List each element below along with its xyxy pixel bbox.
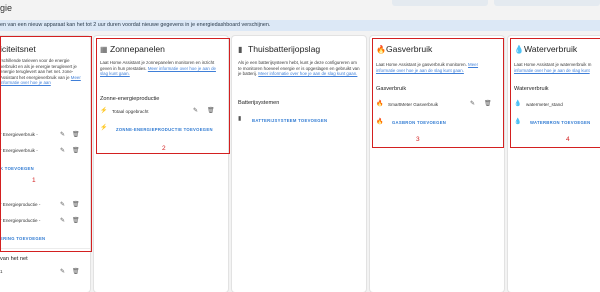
toolbar-field-b[interactable] [494, 0, 600, 6]
battery-card: ▮ Thuisbatterijopslag Als je een batterij… [232, 36, 366, 292]
battery-card-title: Thuisbatterijopslag [248, 44, 321, 54]
battery-description: Als je een batterijsysteem hebt, kunt je… [238, 60, 360, 77]
highlight-box-1 [0, 36, 92, 252]
grid-bottom-label: van het net [0, 256, 28, 262]
edit-icon[interactable]: ✎ [60, 268, 65, 275]
battery-add-icon: ▮ [238, 116, 242, 122]
battery-info-link[interactable]: Meer informatie over hoe je aan de slag … [258, 71, 357, 76]
highlight-box-2 [96, 38, 230, 154]
highlight-box-4 [510, 38, 600, 148]
grid-bottom-row: 1 [0, 269, 3, 274]
info-banner: en van een nieuw apparaat kan het tot 2 … [0, 20, 600, 31]
highlight-box-3 [372, 38, 504, 148]
battery-section-title: Batterijsystemen [238, 100, 280, 106]
delete-icon[interactable]: 🗑 [72, 268, 80, 275]
battery-icon: ▮ [238, 45, 243, 54]
add-battery-button[interactable]: BATTERIJSYSTEEM TOEVOEGEN [252, 118, 327, 123]
page-title: gie [0, 3, 13, 13]
toolbar-field-a[interactable] [392, 0, 488, 6]
